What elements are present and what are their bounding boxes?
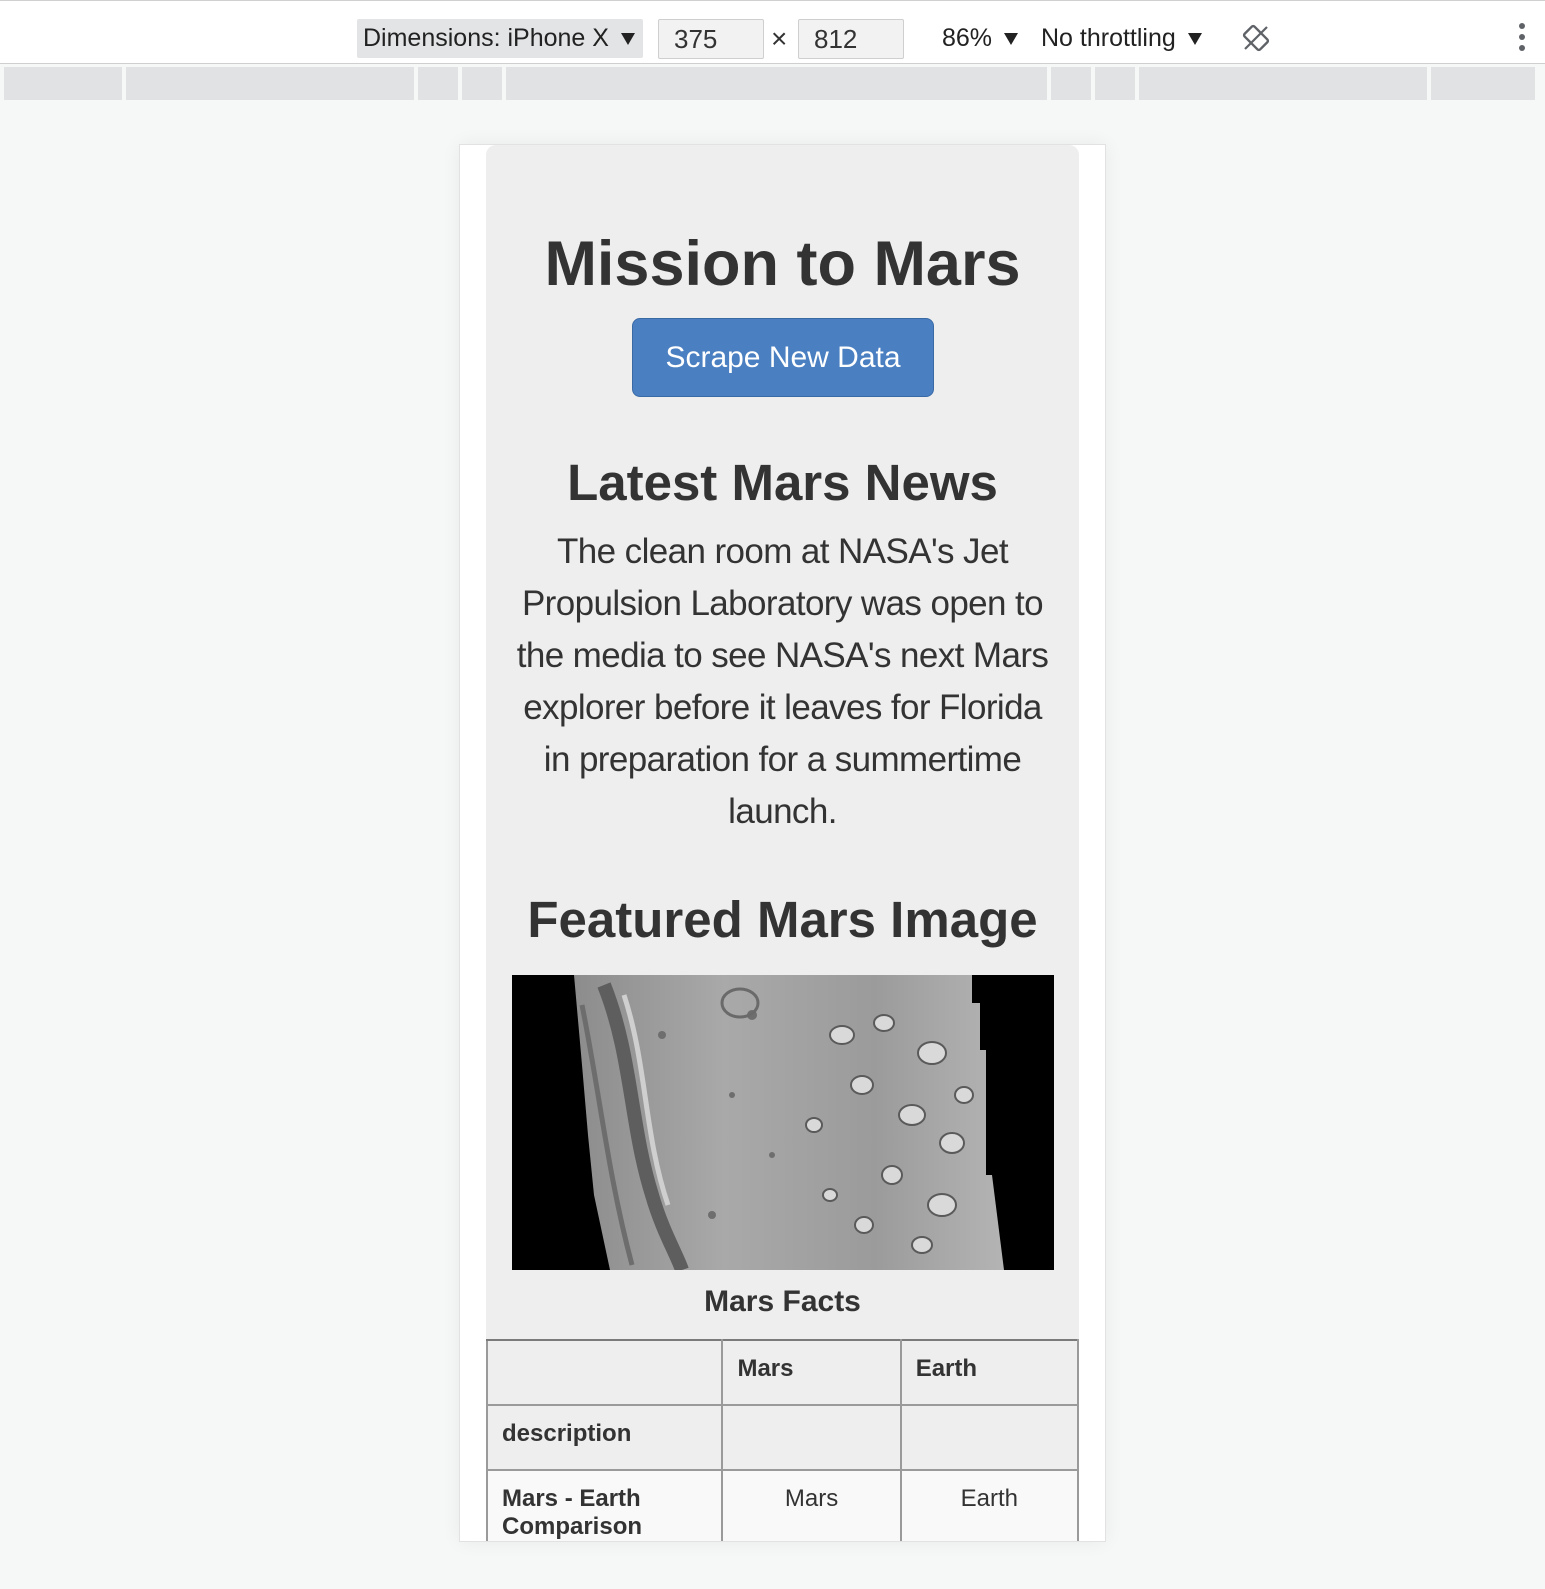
scrape-new-data-button[interactable]: Scrape New Data xyxy=(632,318,934,397)
media-query-segment[interactable] xyxy=(126,67,414,100)
page-title: Mission to Mars xyxy=(544,229,1021,299)
chevron-down-icon xyxy=(1187,32,1202,45)
device-toolbar: Dimensions: iPhone X 375 × 812 86% No th… xyxy=(0,0,1545,64)
more-vert-icon[interactable] xyxy=(1517,23,1527,55)
table-header-cell: Mars xyxy=(721,1339,902,1406)
media-query-segment[interactable] xyxy=(1139,67,1427,100)
news-heading: Latest Mars News xyxy=(567,454,998,511)
media-query-segment[interactable] xyxy=(418,67,458,100)
mars-facts-caption: Mars Facts xyxy=(704,1285,861,1318)
table-row: description xyxy=(485,1404,1080,1471)
media-query-segment[interactable] xyxy=(4,67,122,100)
throttling-label: No throttling xyxy=(1041,24,1176,52)
width-input[interactable]: 375 xyxy=(658,19,764,59)
zoom-select[interactable]: 86% xyxy=(942,19,1019,58)
row-label: Mars - Earth Comparison xyxy=(485,1469,724,1541)
chevron-down-icon xyxy=(1004,32,1019,45)
table-cell: Mars xyxy=(721,1469,902,1541)
mars-facts-table: Mars Earth description Mars - Earth Comp… xyxy=(485,1339,1080,1541)
height-input[interactable]: 812 xyxy=(798,19,904,59)
times-sign: × xyxy=(771,23,788,54)
media-query-segment[interactable] xyxy=(1051,67,1091,100)
media-query-segment[interactable] xyxy=(506,67,1047,100)
table-cell xyxy=(899,1404,1080,1471)
table-cell: Earth xyxy=(899,1469,1080,1541)
row-label: description xyxy=(485,1404,724,1471)
device-viewport: Mission to Mars Scrape New Data Latest M… xyxy=(459,144,1106,1542)
throttling-select[interactable]: No throttling xyxy=(1041,19,1202,58)
jumbotron: Mission to Mars Scrape New Data Latest M… xyxy=(485,145,1080,1541)
dimensions-select[interactable]: Dimensions: iPhone X xyxy=(357,19,643,58)
zoom-label: 86% xyxy=(942,24,993,52)
rotate-icon[interactable] xyxy=(1241,23,1271,53)
media-query-segment[interactable] xyxy=(1095,67,1135,100)
media-query-bar xyxy=(0,67,1545,100)
media-query-segment[interactable] xyxy=(462,67,502,100)
table-header-cell xyxy=(485,1339,724,1406)
table-cell xyxy=(721,1404,902,1471)
news-paragraph: The clean room at NASA's Jet Propulsion … xyxy=(516,532,1049,831)
table-header-cell: Earth xyxy=(899,1339,1080,1406)
table-header-row: Mars Earth xyxy=(485,1339,1080,1406)
dimensions-label: Dimensions: iPhone X xyxy=(363,24,609,52)
media-query-segment[interactable] xyxy=(1431,67,1535,100)
chevron-down-icon xyxy=(620,32,635,45)
featured-image-heading: Featured Mars Image xyxy=(527,891,1038,948)
table-row: Mars - Earth Comparison Mars Earth xyxy=(485,1469,1080,1541)
featured-mars-image[interactable] xyxy=(512,975,1054,1270)
